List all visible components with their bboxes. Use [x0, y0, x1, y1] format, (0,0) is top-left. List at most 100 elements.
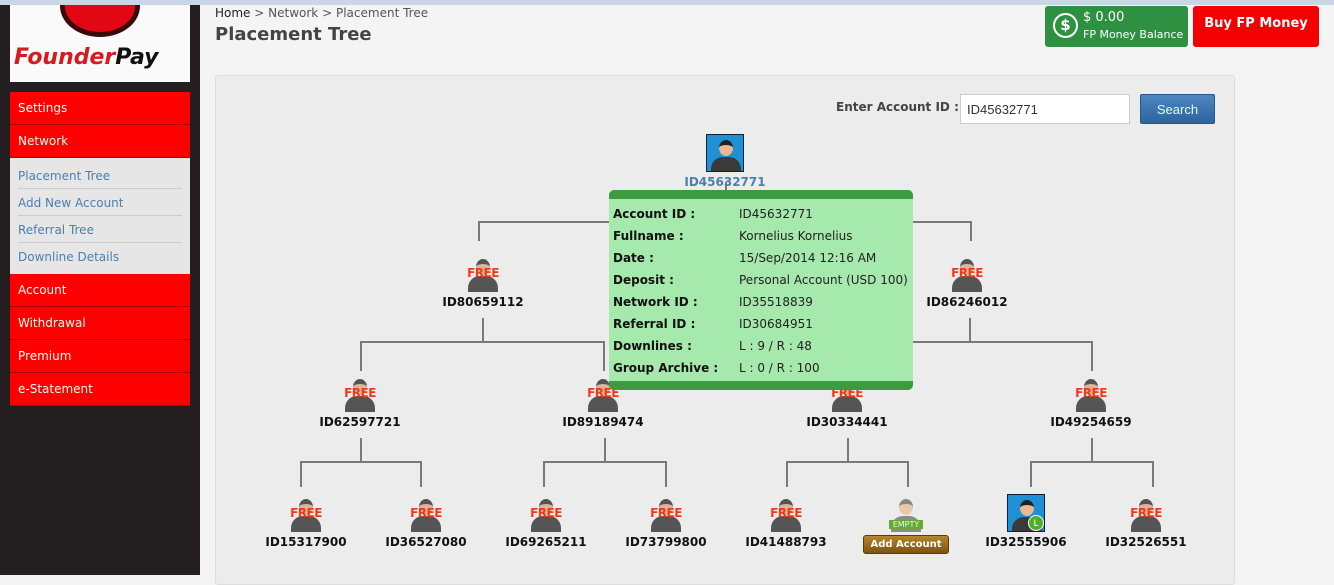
user-avatar-icon[interactable]: FREE [407, 494, 445, 532]
popup-key: Fullname : [613, 229, 684, 243]
popup-row: Deposit : Personal Account (USD 100) [613, 269, 909, 291]
tree-connector [300, 461, 302, 487]
logo[interactable]: FounderPay [10, 5, 190, 82]
sidebar-item-network[interactable]: Network [10, 125, 190, 158]
tree-node[interactable]: FREE ID36527080 [366, 494, 486, 549]
free-label: FREE [1075, 386, 1107, 400]
node-id[interactable]: ID15317900 [246, 535, 366, 549]
tree-node[interactable]: FREE ID15317900 [246, 494, 366, 549]
user-avatar-icon[interactable]: L [1007, 494, 1045, 532]
tree-connector [543, 461, 545, 487]
popup-value: Kornelius Kornelius [739, 229, 853, 243]
node-id[interactable]: ID36527080 [366, 535, 486, 549]
add-account-button[interactable]: Add Account [863, 535, 949, 554]
tree-connector [603, 341, 605, 371]
sidebar-item-premium[interactable]: Premium [10, 340, 190, 373]
popup-value: L : 9 / R : 48 [739, 339, 812, 353]
empty-label: EMPTY [889, 520, 923, 529]
free-label: FREE [467, 266, 499, 280]
tree-connector [846, 438, 849, 462]
logo-text: FounderPay [14, 45, 159, 70]
sidebar-item-downline-details[interactable]: Downline Details [18, 243, 182, 270]
node-id[interactable]: ID41488793 [726, 535, 846, 549]
tree-node[interactable]: FREE ID41488793 [726, 494, 846, 549]
tree-connector [420, 461, 422, 487]
popup-key: Date : [613, 251, 654, 265]
tree-connector [1091, 438, 1093, 462]
sidebar-item-withdrawal[interactable]: Withdrawal [10, 307, 190, 340]
sidebar-item-account[interactable]: Account [10, 274, 190, 307]
user-avatar-icon[interactable]: FREE [1127, 494, 1165, 532]
sidebar-item-placement-tree[interactable]: Placement Tree [18, 162, 182, 189]
account-id-label: Enter Account ID : [836, 100, 959, 114]
tree-connector [1091, 341, 1093, 371]
tree-node[interactable]: FREE ID69265211 [486, 494, 606, 549]
tree-connector [481, 318, 484, 342]
node-id[interactable]: ID69265211 [486, 535, 606, 549]
sidebar-item-settings[interactable]: Settings [10, 92, 190, 125]
node-id[interactable]: ID32555906 [966, 535, 1086, 549]
node-id[interactable]: ID80659112 [423, 295, 543, 309]
tree-node[interactable]: FREE ID86246012 [907, 254, 1027, 309]
tree-node[interactable]: FREE ID49254659 [1031, 374, 1151, 429]
popup-row: Account ID : ID45632771 [613, 203, 909, 225]
breadcrumb-network[interactable]: Network [268, 6, 318, 20]
tree-node[interactable]: FREE ID62597721 [300, 374, 420, 429]
user-avatar-icon[interactable]: EMPTY [887, 494, 925, 532]
breadcrumb-current: Placement Tree [335, 6, 429, 20]
user-avatar-icon[interactable]: FREE [647, 494, 685, 532]
user-avatar-icon[interactable] [706, 134, 744, 172]
node-id[interactable]: ID89189474 [543, 415, 663, 429]
buy-fp-money-button[interactable]: Buy FP Money [1193, 6, 1319, 47]
node-id[interactable]: ID45632771 [665, 175, 785, 189]
tree-node[interactable]: FREE ID73799800 [606, 494, 726, 549]
sidebar-item-referral-tree[interactable]: Referral Tree [18, 216, 182, 243]
logo-icon [60, 5, 140, 37]
popup-row: Group Archive : L : 0 / R : 100 [613, 357, 909, 379]
user-avatar-icon[interactable]: FREE [1072, 374, 1110, 412]
tree-connector [360, 438, 362, 462]
search-button[interactable]: Search [1140, 94, 1215, 124]
user-avatar-icon[interactable]: FREE [527, 494, 565, 532]
tree-connector [786, 461, 788, 487]
user-avatar-icon[interactable]: FREE [767, 494, 805, 532]
tree-connector [907, 461, 909, 487]
balance-label: FP Money Balance [1083, 28, 1184, 41]
account-id-input[interactable] [960, 94, 1130, 124]
user-avatar-icon[interactable]: FREE [464, 254, 502, 292]
tree-node[interactable]: FREE ID32526551 [1086, 494, 1206, 549]
free-label: FREE [290, 506, 322, 520]
tree-node[interactable]: EMPTY Add Account [846, 494, 966, 554]
tree-node[interactable]: L ID32555906 [966, 494, 1086, 549]
breadcrumb-sep: > [322, 6, 333, 20]
breadcrumb: Home > Network > Placement Tree [215, 6, 428, 20]
popup-key: Downlines : [613, 339, 692, 353]
node-id[interactable]: ID30334441 [787, 415, 907, 429]
balance-widget[interactable]: $ $ 0.00 FP Money Balance [1045, 6, 1188, 47]
sidebar-item-e-statement[interactable]: e-Statement [10, 373, 190, 406]
tree-connector [360, 341, 362, 371]
node-id[interactable]: ID32526551 [1086, 535, 1206, 549]
tree-connector [604, 438, 606, 462]
node-id[interactable]: ID86246012 [907, 295, 1027, 309]
node-id[interactable]: ID73799800 [606, 535, 726, 549]
tree-connector [665, 461, 667, 487]
user-avatar-icon[interactable]: FREE [948, 254, 986, 292]
network-submenu: Placement Tree Add New Account Referral … [10, 158, 190, 274]
popup-value: 15/Sep/2014 12:16 AM [739, 251, 877, 265]
node-id[interactable]: ID62597721 [300, 415, 420, 429]
tree-node[interactable]: FREE ID80659112 [423, 254, 543, 309]
popup-row: Downlines : L : 9 / R : 48 [613, 335, 909, 357]
account-info-popup: Account ID : ID45632771 Fullname : Korneliu… [609, 190, 913, 390]
free-label: FREE [1130, 506, 1162, 520]
user-avatar-icon[interactable]: FREE [341, 374, 379, 412]
breadcrumb-home[interactable]: Home [215, 6, 250, 20]
popup-value: ID30684951 [739, 317, 813, 331]
sidebar-item-add-new-account[interactable]: Add New Account [18, 189, 182, 216]
popup-key: Account ID : [613, 207, 696, 221]
user-avatar-icon[interactable]: FREE [287, 494, 325, 532]
tree-node[interactable]: ID45632771 [665, 134, 785, 189]
popup-key: Deposit : [613, 273, 674, 287]
node-id[interactable]: ID49254659 [1031, 415, 1151, 429]
free-label: FREE [344, 386, 376, 400]
